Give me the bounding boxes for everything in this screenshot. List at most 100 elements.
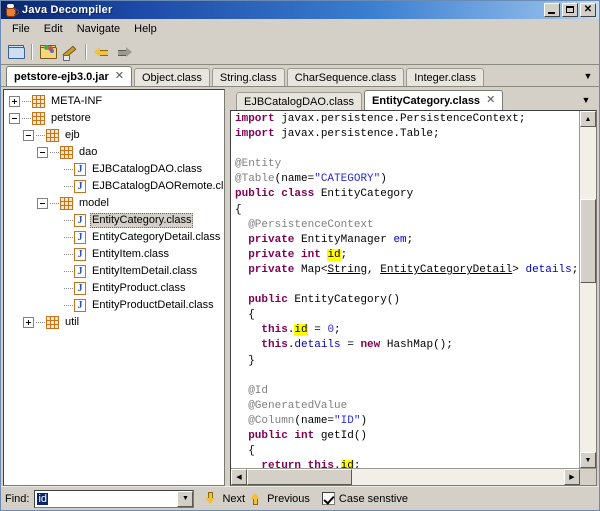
tree-node-label: ejb [63, 129, 82, 142]
find-next-button[interactable]: Next [204, 491, 245, 506]
code-line [235, 278, 579, 293]
code-token: getId() [314, 430, 367, 442]
code-line: @Id [235, 384, 579, 399]
tree-node-model[interactable]: model [6, 195, 224, 212]
preferences-button[interactable] [59, 41, 81, 62]
editor-frame: import javax.persistence.PersistenceCont… [230, 110, 597, 486]
menu-item-edit[interactable]: Edit [37, 21, 70, 37]
tree-node-entityproduct-class[interactable]: J EntityProduct.class [6, 280, 224, 297]
find-history-dropdown-button[interactable]: ▼ [177, 491, 193, 507]
find-input[interactable]: id [35, 493, 177, 505]
tab-string-class[interactable]: String.class [212, 68, 285, 86]
code-token: private [248, 264, 294, 276]
toolbar [1, 39, 599, 65]
code-token: = [308, 324, 328, 336]
class-icon: J [74, 299, 86, 312]
menu-item-navigate[interactable]: Navigate [70, 21, 127, 37]
code-token: "CATEGORY" [314, 173, 380, 185]
close-button[interactable]: ✕ [580, 3, 596, 17]
collapse-icon[interactable] [37, 198, 48, 209]
tree-node-ejbcatalogdao-class[interactable]: J EJBCatalogDAO.class [6, 161, 224, 178]
code-token: "ID" [334, 415, 360, 427]
tab-object-class[interactable]: Object.class [134, 68, 210, 86]
vertical-scroll-thumb[interactable] [580, 199, 596, 284]
vertical-scrollbar[interactable]: ▲ ▼ [579, 111, 596, 468]
scroll-down-button[interactable]: ▼ [580, 452, 596, 468]
code-token: EntityManager [294, 234, 393, 246]
collapse-icon[interactable] [37, 147, 48, 158]
expand-icon[interactable] [23, 317, 34, 328]
code-line [235, 369, 579, 384]
find-previous-button[interactable]: Previous [249, 491, 310, 506]
collapse-icon[interactable] [23, 130, 34, 141]
scroll-right-button[interactable]: ▶ [564, 469, 580, 485]
tree-connector [64, 220, 73, 222]
class-icon: J [74, 180, 86, 193]
tab-entitycategory-class[interactable]: EntityCategory.class ✕ [364, 90, 503, 110]
tree-node-ejbcatalogdaoremote-class[interactable]: J EJBCatalogDAORemote.class [6, 178, 224, 195]
menu-item-help[interactable]: Help [127, 21, 164, 37]
tree-node-petstore[interactable]: petstore [6, 110, 224, 127]
tree-node-entityproductdetail-class[interactable]: J EntityProductDetail.class [6, 297, 224, 314]
tree-node-entityitem-class[interactable]: J EntityItem.class [6, 246, 224, 263]
editor-tab-overflow-button[interactable]: ▼ [579, 93, 593, 107]
horizontal-scrollbar[interactable]: ◀ ▶ [231, 468, 596, 485]
code-token [235, 249, 248, 261]
code-token: Map< [294, 264, 327, 276]
horizontal-scroll-thumb[interactable] [247, 469, 352, 485]
open-recent-button[interactable] [37, 41, 59, 62]
code-line: } [235, 354, 579, 369]
tree-node-meta-inf[interactable]: META-INF [6, 93, 224, 110]
tab-petstore-ejb-jar[interactable]: petstore-ejb3.0.jar ✕ [6, 66, 132, 86]
tree-node-util[interactable]: util [6, 314, 224, 331]
case-sensitive-checkbox-row[interactable]: Case senstive [322, 492, 408, 505]
code-token: EntityCategory() [288, 294, 400, 306]
package-icon [60, 146, 73, 159]
horizontal-scroll-track[interactable] [247, 469, 564, 485]
scroll-left-button[interactable]: ◀ [231, 469, 247, 485]
tree-node-dao[interactable]: dao [6, 144, 224, 161]
expand-icon[interactable] [9, 96, 20, 107]
code-token: details [294, 339, 340, 351]
class-icon: J [74, 282, 86, 295]
tree-connector [22, 101, 31, 103]
close-icon: ✕ [584, 5, 592, 15]
source-code-view[interactable]: import javax.persistence.PersistenceCont… [231, 111, 579, 468]
find-next-label: Next [222, 493, 245, 505]
vertical-scroll-track[interactable] [580, 127, 596, 452]
collapse-icon[interactable] [9, 113, 20, 124]
close-icon[interactable]: ✕ [115, 71, 124, 82]
code-token [235, 430, 248, 442]
code-token [235, 460, 261, 468]
menu-item-file[interactable]: File [5, 21, 37, 37]
tree-connector [36, 322, 45, 324]
minimize-button[interactable] [544, 3, 560, 17]
tab-integer-class[interactable]: Integer.class [406, 68, 484, 86]
code-token: , [367, 264, 380, 276]
class-icon: J [74, 231, 86, 244]
forward-button[interactable] [113, 41, 135, 62]
triangle-down-icon: ▼ [585, 457, 592, 464]
class-icon: J [74, 248, 86, 261]
back-button[interactable] [91, 41, 113, 62]
tab-charsequence-class[interactable]: CharSequence.class [287, 68, 405, 86]
file-tab-overflow-button[interactable]: ▼ [581, 69, 595, 83]
code-token: } [235, 355, 255, 367]
code-line: public class EntityCategory [235, 187, 579, 202]
close-icon[interactable]: ✕ [486, 95, 495, 106]
tree-connector [50, 152, 59, 154]
package-icon [32, 112, 45, 125]
open-file-button[interactable] [5, 41, 27, 62]
code-token: this [308, 460, 334, 468]
code-token: { [235, 445, 255, 457]
tree-node-entitycategorydetail-class[interactable]: J EntityCategoryDetail.class [6, 229, 224, 246]
tree-node-entityitemdetail-class[interactable]: J EntityItemDetail.class [6, 263, 224, 280]
scroll-up-button[interactable]: ▲ [580, 111, 596, 127]
case-sensitive-checkbox[interactable] [322, 492, 335, 505]
maximize-button[interactable] [562, 3, 578, 17]
tree-node-entitycategory-class[interactable]: J EntityCategory.class [6, 212, 224, 229]
tree-node-ejb[interactable]: ejb [6, 127, 224, 144]
find-input-combo[interactable]: id ▼ [34, 490, 194, 508]
tab-ejbcatalogdao-class[interactable]: EJBCatalogDAO.class [236, 92, 362, 110]
code-token: @Column [235, 415, 294, 427]
